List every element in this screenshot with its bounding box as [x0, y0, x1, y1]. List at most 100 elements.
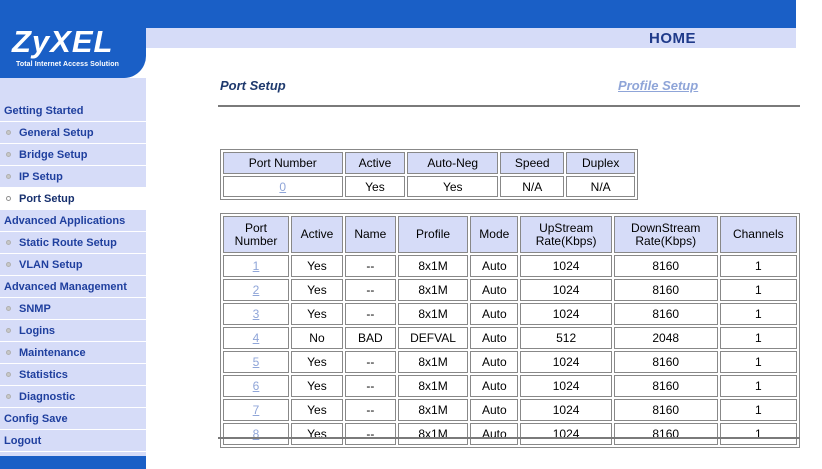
channel-setup-table: Port Number Active Name Profile Mode UpStream…: [220, 213, 800, 448]
table-cell: 1: [719, 279, 797, 301]
table-cell: BAD: [344, 327, 396, 349]
sidebar-item-label: Bridge Setup: [19, 149, 88, 161]
port-table-header-row: Port Number Active Auto-Neg Speed Duplex: [223, 152, 635, 174]
table-cell: Yes: [344, 176, 406, 197]
bullet-icon: [6, 130, 11, 135]
sidebar-item-bridge-setup[interactable]: Bridge Setup: [0, 144, 146, 166]
port-number-cell: 7: [223, 399, 290, 421]
table-cell: 8x1M: [397, 351, 469, 373]
table-cell: --: [344, 279, 396, 301]
table-cell: 1: [719, 255, 797, 277]
table-cell: Yes: [291, 351, 343, 373]
bullet-icon: [6, 196, 11, 201]
table-cell: Auto: [470, 351, 519, 373]
column-header: UpStream Rate(Kbps): [520, 216, 612, 253]
port-link[interactable]: 6: [253, 379, 260, 393]
table-cell: 2048: [613, 327, 718, 349]
sidebar-item-label: Logins: [19, 325, 56, 337]
sidebar-item-general-setup[interactable]: General Setup: [0, 122, 146, 144]
sidebar-item-label: Config Save: [4, 413, 68, 425]
table-cell: Yes: [291, 423, 343, 445]
bullet-icon: [6, 262, 11, 267]
bullet-icon: [6, 174, 11, 179]
table-cell: Auto: [470, 255, 519, 277]
sidebar-item-snmp[interactable]: SNMP: [0, 298, 146, 320]
table-cell: 1: [719, 375, 797, 397]
channel-table-header-row: Port Number Active Name Profile Mode UpStream…: [223, 216, 797, 253]
port-number-cell: 0: [223, 176, 343, 197]
table-cell: --: [344, 255, 396, 277]
sidebar-item-label: Diagnostic: [19, 391, 76, 403]
table-row: 7 Yes -- 8x1M Auto 1024 8160 1: [223, 399, 797, 421]
table-cell: 1: [719, 399, 797, 421]
table-cell: 8160: [613, 399, 718, 421]
table-cell: 1024: [520, 399, 612, 421]
sidebar-item-label: Statistics: [19, 369, 68, 381]
sidebar-item-static-route-setup[interactable]: Static Route Setup: [0, 232, 146, 254]
logo-area: ZyXEL Total Internet Access Solution: [0, 0, 146, 78]
sidebar-item-config-save[interactable]: Config Save: [0, 408, 146, 430]
sidebar-item-logins[interactable]: Logins: [0, 320, 146, 342]
column-header: Name: [344, 216, 396, 253]
port-link[interactable]: 5: [253, 355, 260, 369]
sidebar-item-statistics[interactable]: Statistics: [0, 364, 146, 386]
table-cell: Auto: [470, 303, 519, 325]
table-cell: No: [291, 327, 343, 349]
table-cell: 8x1M: [397, 303, 469, 325]
home-strip: [146, 28, 796, 48]
port-number-cell: 2: [223, 279, 290, 301]
table-cell: Yes: [291, 399, 343, 421]
table-row: 5 Yes -- 8x1M Auto 1024 8160 1: [223, 351, 797, 373]
port-link[interactable]: 3: [253, 307, 260, 321]
table-cell: 8x1M: [397, 255, 469, 277]
sidebar-item-ip-setup[interactable]: IP Setup: [0, 166, 146, 188]
bullet-icon: [6, 152, 11, 157]
table-row: 8 Yes -- 8x1M Auto 1024 8160 1: [223, 423, 797, 445]
home-link[interactable]: HOME: [649, 30, 696, 47]
profile-setup-link[interactable]: Profile Setup: [618, 78, 698, 93]
sidebar-item-vlan-setup[interactable]: VLAN Setup: [0, 254, 146, 276]
table-cell: N/A: [566, 176, 635, 197]
table-cell: 8160: [613, 351, 718, 373]
table-cell: --: [344, 399, 396, 421]
table-cell: Auto: [470, 327, 519, 349]
table-cell: Yes: [291, 255, 343, 277]
sidebar-item-logout[interactable]: Logout: [0, 430, 146, 452]
sidebar-item-label: Static Route Setup: [19, 237, 117, 249]
table-cell: --: [344, 303, 396, 325]
logo-tagline: Total Internet Access Solution: [16, 61, 119, 68]
sidebar-item-diagnostic[interactable]: Diagnostic: [0, 386, 146, 408]
sidebar-item-label: General Setup: [19, 127, 94, 139]
sidebar-footer: [0, 456, 146, 469]
sidebar-item-label: Port Setup: [19, 193, 75, 205]
table-cell: 8x1M: [397, 423, 469, 445]
sidebar-item-port-setup[interactable]: Port Setup: [0, 188, 146, 210]
table-row: 6 Yes -- 8x1M Auto 1024 8160 1: [223, 375, 797, 397]
table-cell: 1: [719, 327, 797, 349]
sidebar-item-label: Maintenance: [19, 347, 86, 359]
sidebar-item-label: Getting Started: [4, 105, 84, 117]
sidebar-item-maintenance[interactable]: Maintenance: [0, 342, 146, 364]
column-header: Active: [291, 216, 343, 253]
port-link[interactable]: 2: [253, 283, 260, 297]
table-cell: 8160: [613, 255, 718, 277]
bullet-icon: [6, 306, 11, 311]
port-number-cell: 5: [223, 351, 290, 373]
column-header: Active: [344, 152, 406, 174]
port-link[interactable]: 7: [253, 403, 260, 417]
table-cell: 1024: [520, 279, 612, 301]
port-link[interactable]: 4: [253, 331, 260, 345]
channel-table-body: 1 Yes -- 8x1M Auto 1024 8160 1 2 Yes -- 8x1M Auto 102…: [223, 255, 797, 445]
column-header: Port Number: [223, 216, 290, 253]
sidebar-item-getting-started[interactable]: Getting Started: [0, 100, 146, 122]
sidebar-item-advanced-management[interactable]: Advanced Management: [0, 276, 146, 298]
table-cell: 1: [719, 303, 797, 325]
column-header: Channels: [719, 216, 797, 253]
bullet-icon: [6, 240, 11, 245]
sidebar-item-label: Advanced Management: [4, 281, 127, 293]
sidebar-item-label: SNMP: [19, 303, 51, 315]
port-link[interactable]: 1: [253, 259, 260, 273]
sidebar-item-advanced-applications[interactable]: Advanced Applications: [0, 210, 146, 232]
port-link[interactable]: 0: [279, 180, 286, 194]
bullet-icon: [6, 350, 11, 355]
